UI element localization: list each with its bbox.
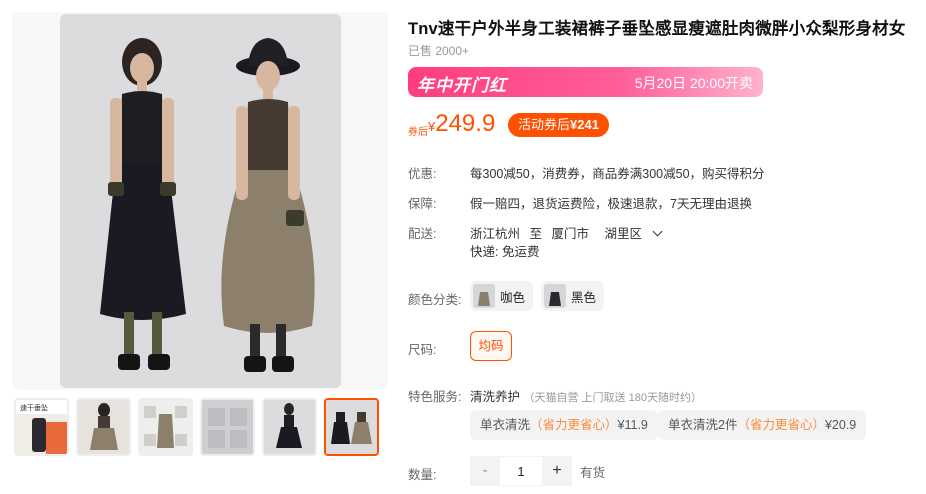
guarantee-row: 保障: 假一赔四，退货运费险，极速退款，7天无理由退换	[408, 193, 918, 211]
ship-district: 湖里区	[604, 227, 643, 241]
promo-start-time: 5月20日 20:00开卖	[634, 75, 753, 91]
thumbnail-1[interactable]: 速干垂坠	[14, 398, 69, 456]
shipping-route[interactable]: 浙江杭州 至 厦门市 湖里区	[470, 223, 662, 242]
swatch-black-image	[544, 284, 566, 308]
price-value: 249.9	[435, 110, 496, 137]
service-option-2-name: 单衣清洗2件	[668, 418, 738, 432]
size-option-onesize[interactable]: 均码	[470, 331, 512, 361]
product-title: Tnv速干户外半身工装裙裤子垂坠感显瘦遮肚肉微胖小众梨形身材女	[408, 20, 906, 38]
discount-value[interactable]: 每300减50，消费券，商品券满300减50，购买得积分	[470, 163, 765, 182]
thumb-1-image: 速干垂坠	[16, 400, 67, 454]
discount-row: 优惠: 每300减50，消费券，商品券满300减50，购买得积分	[408, 163, 918, 181]
service-option-2-price: ¥20.9	[824, 418, 857, 432]
ship-from: 浙江杭州	[470, 227, 521, 241]
thumbnail-4[interactable]	[200, 398, 255, 456]
thumb-2-image	[78, 400, 129, 454]
chevron-down-icon[interactable]	[652, 226, 662, 237]
thumbnail-2[interactable]	[76, 398, 131, 456]
after-coupon-prefix: 活动券后	[518, 117, 571, 132]
promo-banner: 年中开门红 5月20日 20:00开卖	[408, 67, 763, 97]
thumbnail-strip: 速干垂坠	[14, 398, 394, 458]
discount-label: 优惠:	[408, 167, 437, 181]
service-name: 清洗养护	[470, 390, 521, 404]
ship-city: 厦门市	[551, 227, 590, 241]
service-option-1-name: 单衣清洗	[480, 418, 531, 432]
shipping-label: 配送:	[408, 227, 437, 241]
service-options: 单衣清洗（省力更省心）¥11.9 单衣清洗2件（省力更省心）¥20.9	[408, 410, 918, 440]
service-option-1[interactable]: 单衣清洗（省力更省心）¥11.9	[470, 410, 658, 440]
quantity-stepper: - 1 + 有货	[470, 456, 605, 486]
thumb-5-image	[264, 400, 315, 454]
quantity-increase-button[interactable]: +	[542, 456, 572, 486]
color-label: 颜色分类:	[408, 293, 462, 307]
color-swatch-black	[544, 284, 566, 308]
service-label: 特色服务:	[408, 390, 462, 404]
thumb-4-image	[202, 400, 253, 454]
promo-name: 年中开门红	[417, 76, 507, 95]
service-option-2[interactable]: 单衣清洗2件（省力更省心）¥20.9	[658, 410, 867, 440]
service-name-wrap: 清洗养护 （天猫自营 上门取送 180天随时约）	[470, 386, 702, 405]
service-row: 特色服务: 清洗养护 （天猫自营 上门取送 180天随时约）	[408, 386, 918, 404]
main-image-frame	[12, 12, 388, 390]
product-info: Tnv速干户外半身工装裙裤子垂坠感显瘦遮肚肉微胖小众梨形身材女 已售 2000+…	[408, 0, 926, 494]
price: ¥249.9	[428, 110, 495, 138]
swatch-khaki-image	[473, 284, 495, 308]
guarantee-value[interactable]: 假一赔四，退货运费险，极速退款，7天无理由退换	[470, 193, 752, 212]
thumb-3-image	[140, 400, 191, 454]
thumbnail-5[interactable]	[262, 398, 317, 456]
product-gallery: 速干垂坠	[0, 0, 400, 494]
color-swatch-khaki	[473, 284, 495, 308]
after-coupon-badge[interactable]: 活动券后¥241	[508, 113, 609, 137]
thumbnail-6-selected[interactable]	[324, 398, 379, 456]
guarantee-label: 保障:	[408, 197, 437, 211]
stock-status: 有货	[580, 465, 606, 480]
service-note: （天猫自营 上门取送 180天随时约）	[523, 392, 702, 404]
models-illustration	[60, 14, 341, 388]
quantity-input[interactable]: 1	[500, 456, 542, 486]
color-option-khaki[interactable]: 咖色	[470, 281, 534, 311]
quantity-decrease-button[interactable]: -	[470, 456, 500, 486]
main-product-image[interactable]	[60, 14, 341, 388]
service-option-2-save: （省力更省心）	[737, 418, 825, 432]
service-option-1-save: （省力更省心）	[530, 418, 618, 432]
coupon-price-tag: 券后	[408, 127, 428, 138]
thumbnail-3[interactable]	[138, 398, 193, 456]
thumb-6-image	[326, 400, 377, 454]
size-label: 尺码:	[408, 343, 437, 357]
price-row: 券后 ¥249.9 活动券后¥241	[408, 110, 808, 140]
color-option-black-label: 黑色	[571, 290, 597, 305]
delivery-fee: 快递: 免运费	[470, 245, 540, 259]
thumb-1-text: 速干垂坠	[20, 403, 48, 412]
size-row: 尺码: 均码	[408, 331, 918, 361]
quantity-label: 数量:	[408, 468, 437, 482]
color-option-black[interactable]: 黑色	[541, 281, 605, 311]
ship-to-word: 至	[529, 227, 543, 241]
service-option-1-price: ¥11.9	[617, 418, 648, 432]
after-coupon-value: ¥241	[570, 117, 599, 132]
color-option-khaki-label: 咖色	[500, 290, 526, 305]
sold-count: 已售 2000+	[408, 44, 470, 58]
color-row: 颜色分类: 咖色 黑色	[408, 281, 918, 311]
shipping-row: 配送: 浙江杭州 至 厦门市 湖里区 快递: 免运费	[408, 223, 918, 263]
quantity-row: 数量: - 1 + 有货	[408, 456, 918, 486]
